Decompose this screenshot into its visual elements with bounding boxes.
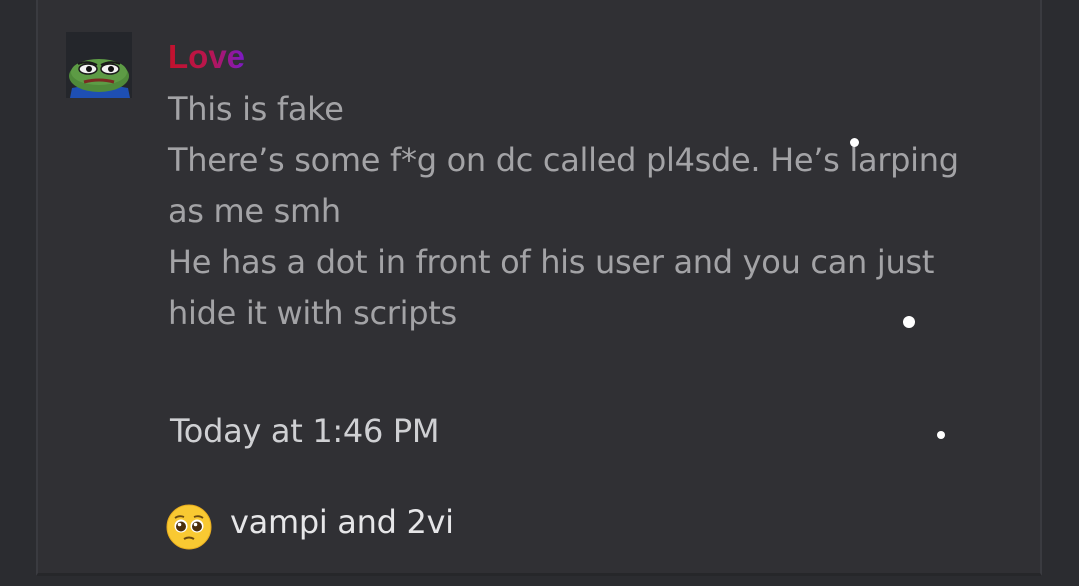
stray-dot [850, 138, 859, 147]
message-line: This is fake [168, 90, 344, 128]
message-body: This is fake There’s some f*g on dc call… [168, 84, 988, 339]
message-line: hide it with scripts [168, 294, 457, 332]
message-line: He has a dot in front of his user and yo… [168, 243, 935, 281]
message-line: as me smh [168, 192, 341, 230]
avatar[interactable] [66, 32, 132, 98]
author-name[interactable]: Love [168, 38, 245, 76]
message-timestamp: Today at 1:46 PM [170, 412, 440, 450]
stray-dot [903, 316, 915, 328]
pleading-face-icon[interactable] [166, 504, 212, 550]
pepe-frog-icon [66, 32, 132, 98]
message-line: There’s some f*g on dc called pl4sde. He… [168, 141, 959, 179]
stray-dot [937, 431, 945, 439]
reaction-users[interactable]: vampi and 2vi [230, 499, 454, 545]
